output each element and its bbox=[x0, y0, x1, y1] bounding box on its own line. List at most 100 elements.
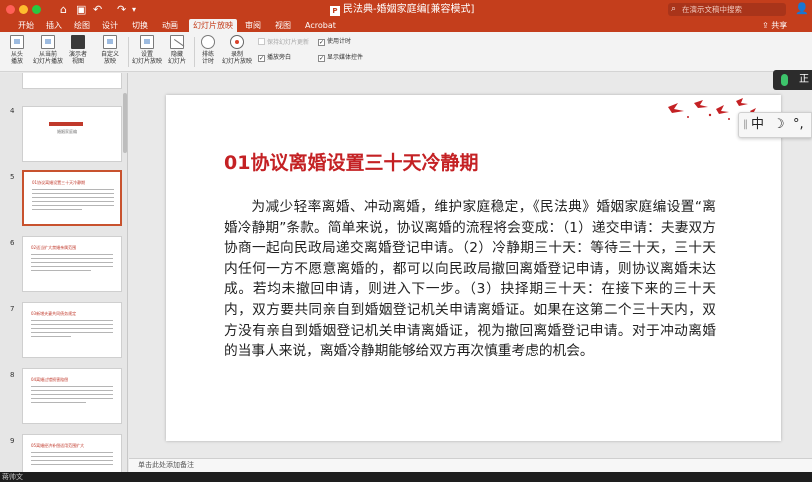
thumbnail-cover-title bbox=[49, 122, 83, 126]
slide-thumbnail-4[interactable]: 婚姻家庭编 bbox=[22, 106, 122, 162]
presenter-view-icon bbox=[71, 35, 85, 49]
presenter-view-label-1: 演示者 bbox=[68, 51, 87, 58]
document-title-text: 民法典-婚姻家庭编[兼容模式] bbox=[343, 4, 475, 15]
ime-toolbar[interactable]: ‖ 中 ☽ °, bbox=[738, 112, 812, 138]
thumbnail-text-line bbox=[31, 336, 71, 337]
slide-body-text[interactable]: 为减少轻率离婚、冲动离婚，维护家庭稳定，《民法典》婚姻家庭编设置“离婚冷静期”条… bbox=[224, 197, 716, 362]
thumbnail-text-line bbox=[31, 402, 86, 403]
slide-thumbnail-5[interactable]: 01协议离婚设置三十天冷静期 bbox=[22, 170, 122, 226]
rehearse-timings-button[interactable]: 排练 计时 bbox=[198, 35, 218, 65]
share-button[interactable]: ⇪ 共享 bbox=[762, 19, 787, 32]
ime-drag-handle[interactable]: ‖ bbox=[743, 113, 748, 137]
slide-thumbnail-6[interactable]: 02适当扩大禁婚亲属范围 bbox=[22, 236, 122, 292]
slide-body-paragraph: 为减少轻率离婚、冲动离婚，维护家庭稳定，《民法典》婚姻家庭编设置“离婚冷静期”条… bbox=[224, 199, 716, 360]
thumbnail-text-line bbox=[31, 394, 113, 395]
tab-design[interactable]: 设计 bbox=[98, 19, 122, 32]
play-from-current-label-2: 幻灯片播放 bbox=[33, 58, 64, 65]
thumbnail-title: 05离婚经济补偿适用范围扩大 bbox=[31, 443, 85, 448]
tab-transitions[interactable]: 切换 bbox=[128, 19, 152, 32]
play-narrations-checkbox[interactable]: ✓ 播放旁白 bbox=[258, 54, 291, 62]
slide-thumbnail-9[interactable]: 05离婚经济补偿适用范围扩大 bbox=[22, 434, 122, 472]
redo-icon[interactable]: ↷ bbox=[117, 2, 126, 17]
slide-number: 5 bbox=[10, 173, 15, 181]
slide-number: 9 bbox=[10, 437, 15, 445]
tab-acrobat[interactable]: Acrobat bbox=[301, 19, 340, 32]
customize-toolbar-icon[interactable]: ▾ bbox=[132, 2, 136, 17]
tab-insert[interactable]: 插入 bbox=[42, 19, 66, 32]
custom-show-button[interactable]: 自定义 放映 bbox=[97, 35, 123, 65]
punctuation-mode-icon[interactable]: °, bbox=[793, 113, 804, 137]
keep-slides-updated-label: 保持幻灯片更新 bbox=[267, 39, 310, 46]
ime-mode-label[interactable]: 中 bbox=[751, 113, 764, 137]
checkmark-icon: ✓ bbox=[318, 55, 325, 62]
share-label: 共享 bbox=[771, 21, 788, 30]
record-slideshow-button[interactable]: 录制 幻灯片放映 bbox=[221, 35, 253, 65]
thumbnail-text-line bbox=[32, 205, 114, 206]
slide-number: 6 bbox=[10, 239, 15, 247]
slide-thumbnail-8[interactable]: 04离婚过错损害赔偿 bbox=[22, 368, 122, 424]
record-slideshow-label-1: 录制 bbox=[230, 51, 243, 58]
notes-placeholder: 单击此处添加备注 bbox=[138, 461, 194, 469]
play-from-current-button[interactable]: 从当前 幻灯片播放 bbox=[33, 35, 63, 65]
current-slide[interactable]: 01协议离婚设置三十天冷静期 为减少轻率离婚、冲动离婚，维护家庭稳定，《民法典》… bbox=[166, 95, 781, 441]
tab-review[interactable]: 审阅 bbox=[241, 19, 265, 32]
thumbnail-text-line bbox=[31, 266, 113, 267]
voice-input-widget[interactable]: 正 bbox=[773, 70, 812, 90]
half-width-moon-icon[interactable]: ☽ bbox=[773, 113, 785, 137]
setup-slideshow-icon bbox=[140, 35, 154, 49]
thumbnail-text-line bbox=[32, 209, 82, 210]
notes-input[interactable]: 单击此处添加备注 bbox=[129, 458, 812, 472]
thumbnail-text-line bbox=[31, 390, 113, 391]
presenter-view-label-2: 视图 bbox=[71, 58, 84, 65]
ribbon-divider bbox=[128, 37, 129, 67]
save-icon[interactable]: ▣ bbox=[76, 2, 86, 17]
use-timings-label: 使用计时 bbox=[327, 38, 352, 45]
tab-home[interactable]: 开始 bbox=[14, 19, 38, 32]
thumbnail-title: 03新增夫妻共同债务规定 bbox=[31, 311, 77, 316]
thumbnail-scrollbar[interactable] bbox=[123, 93, 127, 153]
taskbar-strip bbox=[0, 472, 812, 482]
tab-draw[interactable]: 绘图 bbox=[70, 19, 94, 32]
use-timings-checkbox[interactable]: ✓ 使用计时 bbox=[318, 38, 351, 46]
account-icon[interactable]: 👤 bbox=[795, 2, 809, 16]
minimize-window-button[interactable] bbox=[19, 5, 28, 14]
hide-slide-label-2: 幻灯片 bbox=[167, 58, 186, 65]
slide-number: 4 bbox=[10, 107, 15, 115]
custom-show-label-2: 放映 bbox=[103, 58, 116, 65]
slide-thumbnail-pane[interactable]: 4 婚姻家庭编 5 01协议离婚设置三十天冷静期 6 02适当扩大禁婚亲属范围 … bbox=[0, 73, 128, 472]
keep-slides-updated-checkbox[interactable]: 保持幻灯片更新 bbox=[258, 38, 309, 47]
close-window-button[interactable] bbox=[6, 5, 15, 14]
hide-slide-button[interactable]: 隐藏 幻灯片 bbox=[164, 35, 190, 65]
rehearse-timings-label-1: 排练 bbox=[201, 51, 214, 58]
microphone-icon bbox=[781, 74, 788, 86]
tab-view[interactable]: 视图 bbox=[271, 19, 295, 32]
home-icon[interactable]: ⌂ bbox=[60, 2, 67, 17]
slide-thumbnail-3[interactable] bbox=[22, 73, 122, 89]
show-media-controls-label: 显示媒体控件 bbox=[327, 54, 364, 61]
show-media-controls-checkbox[interactable]: ✓ 显示媒体控件 bbox=[318, 54, 363, 62]
slide-number: 8 bbox=[10, 371, 15, 379]
play-from-start-label-1: 从头 bbox=[10, 51, 23, 58]
setup-slideshow-button[interactable]: 设置 幻灯片放映 bbox=[132, 35, 162, 65]
play-from-start-button[interactable]: 从头 播放 bbox=[6, 35, 28, 65]
powerpoint-window: ⌂ ▣ ↶ ↷ ▾ P 民法典-婚姻家庭编[兼容模式] ⌕ 在演示文稿中搜索 👤 … bbox=[0, 0, 812, 482]
stopwatch-icon bbox=[201, 35, 215, 49]
checkbox-box bbox=[258, 38, 265, 45]
slide-thumbnail-7[interactable]: 03新增夫妻共同债务规定 bbox=[22, 302, 122, 358]
title-bar: ⌂ ▣ ↶ ↷ ▾ P 民法典-婚姻家庭编[兼容模式] ⌕ 在演示文稿中搜索 👤 bbox=[0, 0, 812, 19]
maximize-window-button[interactable] bbox=[32, 5, 41, 14]
slide-title[interactable]: 01协议离婚设置三十天冷静期 bbox=[224, 151, 478, 175]
play-from-current-label-1: 从当前 bbox=[38, 51, 57, 58]
tab-slideshow[interactable]: 幻灯片放映 bbox=[189, 19, 237, 32]
undo-icon[interactable]: ↶ bbox=[93, 2, 102, 17]
presenter-view-button[interactable]: 演示者 视图 bbox=[66, 35, 90, 65]
thumbnail-text-line bbox=[31, 254, 113, 255]
tab-animations[interactable]: 动画 bbox=[158, 19, 182, 32]
thumbnail-text-line bbox=[31, 398, 113, 399]
play-from-current-icon bbox=[41, 35, 55, 49]
record-slideshow-label-2: 幻灯片放映 bbox=[221, 58, 252, 65]
bottom-overlay-text: 蒋帅文 bbox=[2, 473, 23, 481]
search-input[interactable]: ⌕ 在演示文稿中搜索 bbox=[668, 3, 786, 16]
checkmark-icon: ✓ bbox=[258, 55, 265, 62]
thumbnail-text-line bbox=[31, 460, 113, 461]
